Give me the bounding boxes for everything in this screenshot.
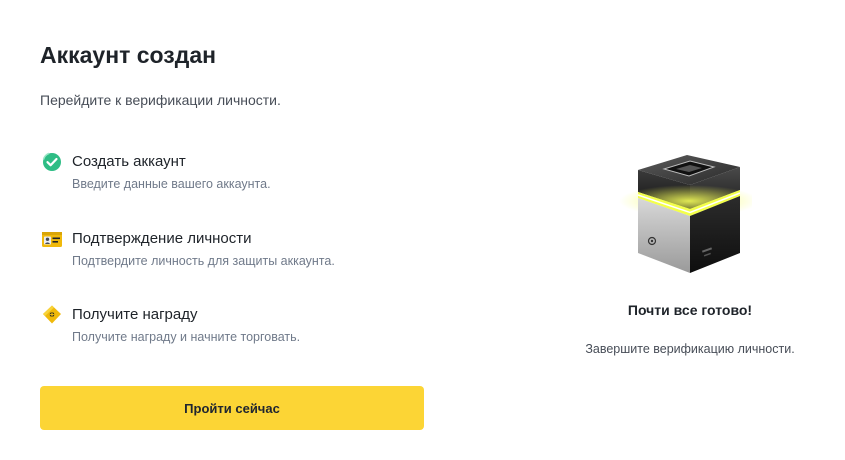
account-created-page: Аккаунт создан Перейдите к верификации л… <box>0 0 845 460</box>
step-description: Подтвердите личность для защиты аккаунта… <box>72 254 335 268</box>
page-title: Аккаунт создан <box>40 42 217 68</box>
step-title: Получите награду <box>72 306 198 323</box>
step-title: Создать аккаунт <box>72 153 186 170</box>
step-description: Введите данные вашего аккаунта. <box>72 177 271 191</box>
almost-done-title: Почти все готово! <box>627 302 753 318</box>
almost-done-description: Завершите верификацию личности. <box>585 342 795 356</box>
page-subtitle: Перейдите к верификации личности. <box>40 92 281 108</box>
id-card-icon <box>40 227 64 251</box>
check-circle-icon <box>40 150 64 174</box>
glowing-box-illustration <box>612 145 759 280</box>
step-description: Получите награду и начните торговать. <box>72 330 301 344</box>
start-now-button[interactable]: Пройти сейчас <box>40 386 424 430</box>
reward-tag-icon <box>40 303 64 327</box>
step-title: Подтверждение личности <box>72 230 252 247</box>
